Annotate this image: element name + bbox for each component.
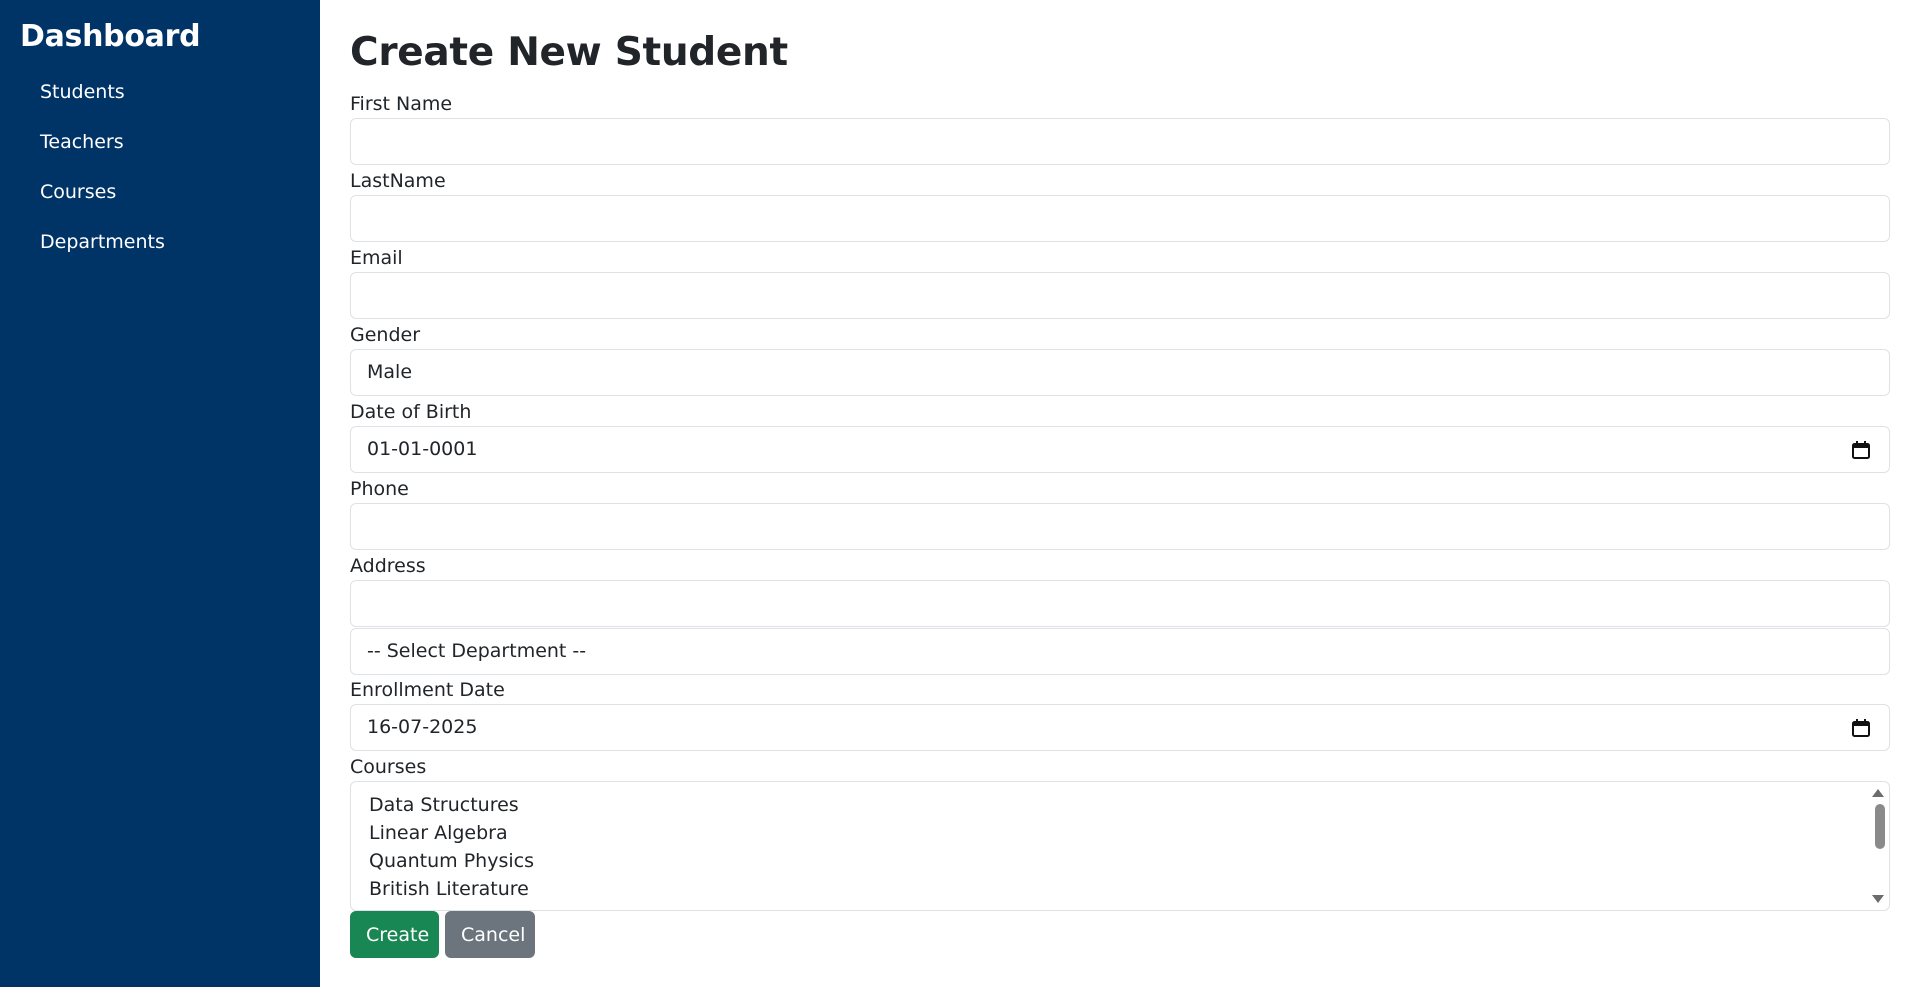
course-option[interactable]: Data Structures bbox=[369, 794, 519, 816]
courses-multiselect[interactable]: Data Structures Linear Algebra Quantum P… bbox=[350, 781, 1890, 911]
last-name-input[interactable] bbox=[350, 195, 1890, 242]
scroll-down-arrow-icon[interactable] bbox=[1872, 895, 1884, 903]
calendar-icon[interactable] bbox=[1851, 440, 1871, 460]
enrollment-date-value: 16-07-2025 bbox=[367, 716, 478, 738]
dob-label: Date of Birth bbox=[350, 401, 472, 423]
department-select[interactable]: -- Select Department -- bbox=[350, 628, 1890, 675]
first-name-label: First Name bbox=[350, 93, 453, 115]
address-label: Address bbox=[350, 555, 426, 577]
course-option[interactable]: British Literature bbox=[369, 878, 529, 900]
phone-input[interactable] bbox=[350, 503, 1890, 550]
phone-label: Phone bbox=[350, 478, 409, 500]
enrollment-date-input[interactable]: 16-07-2025 bbox=[350, 704, 1890, 751]
email-label: Email bbox=[350, 247, 403, 269]
sidebar-item-teachers[interactable]: Teachers bbox=[40, 131, 124, 153]
scrollbar-thumb[interactable] bbox=[1875, 804, 1885, 849]
course-option[interactable]: Linear Algebra bbox=[369, 822, 508, 844]
email-input[interactable] bbox=[350, 272, 1890, 319]
gender-label: Gender bbox=[350, 324, 421, 346]
calendar-icon[interactable] bbox=[1851, 718, 1871, 738]
courses-label: Courses bbox=[350, 756, 427, 778]
sidebar-title: Dashboard bbox=[20, 19, 201, 54]
department-value: -- Select Department -- bbox=[367, 640, 587, 662]
sidebar: Dashboard Students Teachers Courses Depa… bbox=[0, 0, 320, 987]
main-content: Create New Student First Name LastName E… bbox=[350, 0, 1890, 987]
page-title: Create New Student bbox=[350, 30, 788, 75]
cancel-button[interactable]: Cancel bbox=[445, 911, 535, 958]
course-option[interactable]: Quantum Physics bbox=[369, 850, 534, 872]
create-button[interactable]: Create bbox=[350, 911, 439, 958]
dob-value: 01-01-0001 bbox=[367, 438, 478, 460]
sidebar-item-students[interactable]: Students bbox=[40, 81, 125, 103]
sidebar-item-courses[interactable]: Courses bbox=[40, 181, 116, 203]
sidebar-item-departments[interactable]: Departments bbox=[40, 231, 165, 253]
dob-input[interactable]: 01-01-0001 bbox=[350, 426, 1890, 473]
gender-value: Male bbox=[367, 361, 413, 383]
gender-select[interactable]: Male bbox=[350, 349, 1890, 396]
last-name-label: LastName bbox=[350, 170, 446, 192]
scroll-up-arrow-icon[interactable] bbox=[1872, 789, 1884, 797]
enrollment-date-label: Enrollment Date bbox=[350, 679, 505, 701]
first-name-input[interactable] bbox=[350, 118, 1890, 165]
address-input[interactable] bbox=[350, 580, 1890, 627]
